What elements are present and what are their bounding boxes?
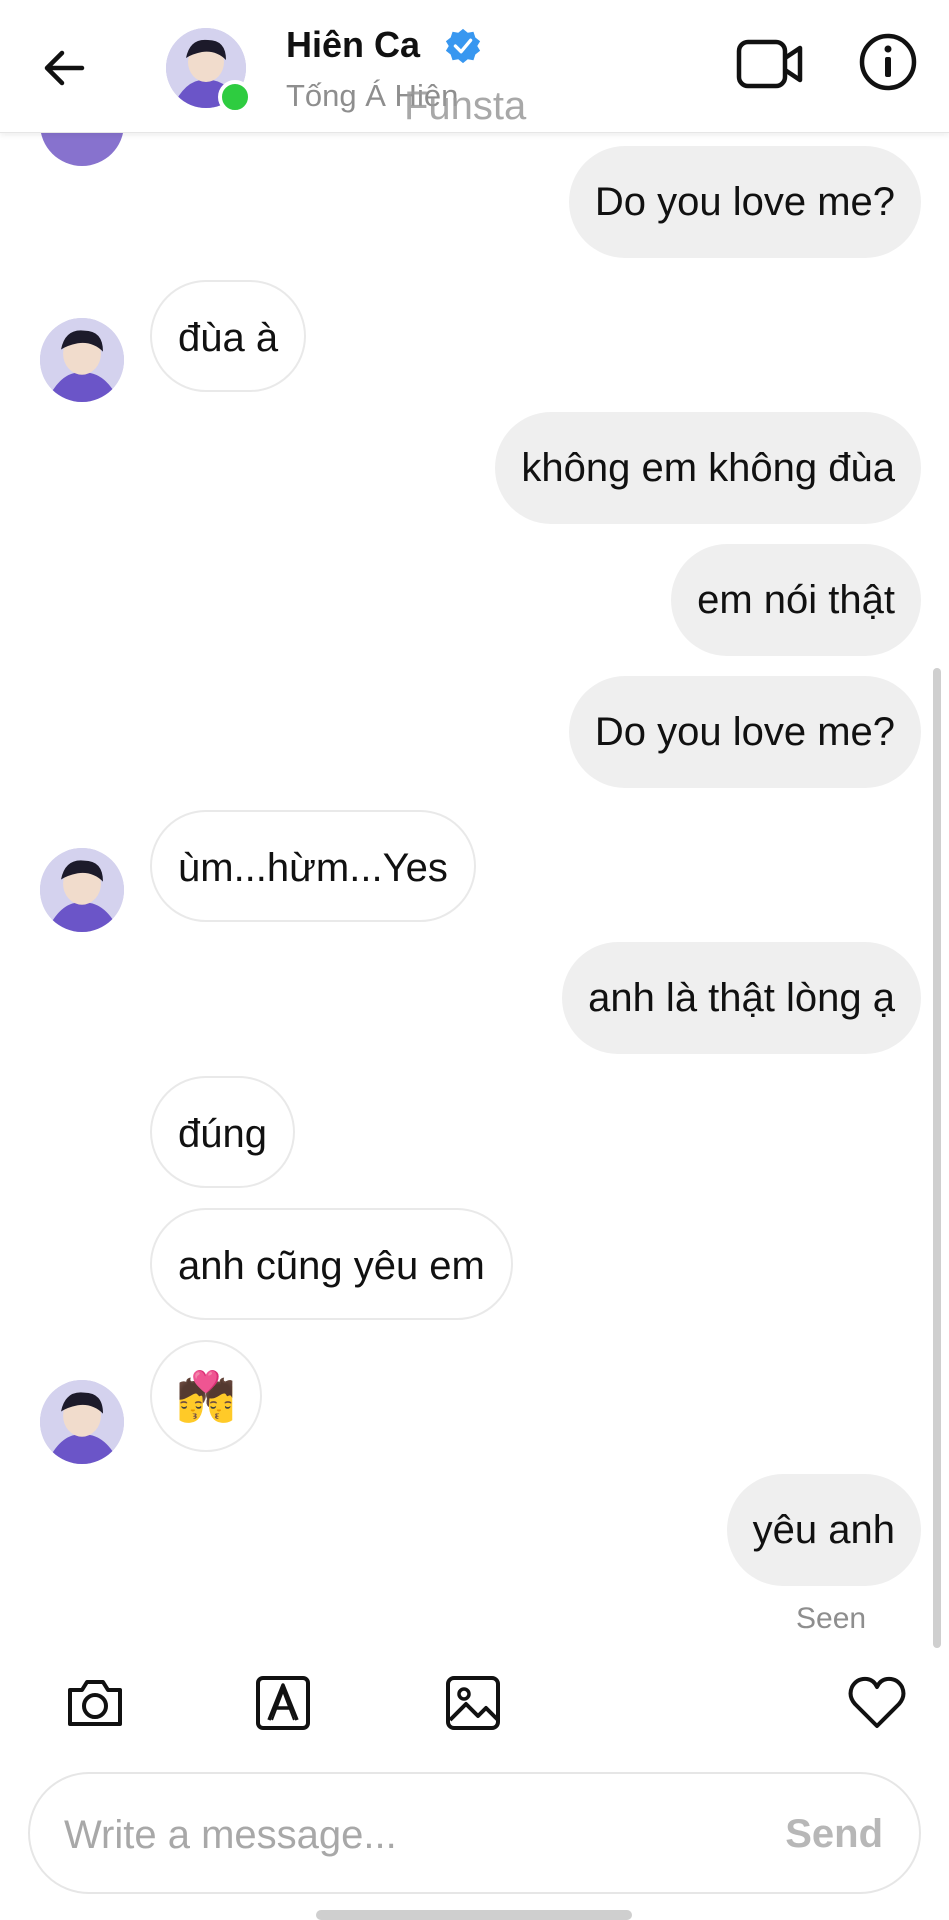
avatar-photo: [40, 1380, 124, 1464]
gallery-button[interactable]: [442, 1672, 504, 1734]
camera-icon: [68, 1680, 122, 1726]
info-icon: [859, 33, 917, 91]
message-bubble-sent[interactable]: em nói thật: [671, 544, 921, 656]
avatar-photo: [40, 318, 124, 402]
sticker-icon: [256, 1676, 310, 1730]
send-button[interactable]: Send: [785, 1804, 883, 1864]
message-bubble-emoji[interactable]: 💏: [150, 1340, 262, 1452]
message-bubble-received[interactable]: anh cũng yêu em: [150, 1208, 513, 1320]
back-arrow-icon: [44, 50, 85, 86]
back-button[interactable]: [38, 40, 94, 96]
message-composer: Send: [28, 1772, 921, 1894]
message-bubble-sent[interactable]: yêu anh: [726, 1474, 921, 1586]
avatar[interactable]: [40, 318, 124, 402]
like-button[interactable]: [846, 1672, 908, 1734]
avatar[interactable]: [40, 1380, 124, 1464]
message-bubble-sent[interactable]: Do you love me?: [568, 676, 921, 788]
avatar-photo: [40, 848, 124, 932]
verified-badge-icon: [445, 28, 481, 64]
avatar[interactable]: [40, 848, 124, 932]
composer-toolbar: [0, 1672, 949, 1746]
message-thread[interactable]: Do you love me? đùa à không em không đùa…: [0, 82, 949, 1635]
message-bubble-sent[interactable]: không em không đùa: [495, 412, 921, 524]
seen-indicator: Seen: [796, 1602, 867, 1635]
message-bubble-sent[interactable]: Do you love me?: [568, 146, 921, 258]
message-bubble-received[interactable]: ùm...hừm...Yes: [150, 810, 476, 922]
gallery-icon: [446, 1676, 500, 1730]
message-bubble-received[interactable]: đùa à: [150, 280, 307, 392]
watermark-text: Funsta: [404, 84, 527, 128]
info-button[interactable]: [858, 32, 918, 92]
video-call-button[interactable]: [736, 36, 804, 92]
heart-icon: [848, 1676, 906, 1728]
contact-avatar[interactable]: [166, 28, 252, 114]
camera-button[interactable]: [64, 1672, 126, 1734]
chat-header: Hiên Ca Tống Á Hiên Funsta: [0, 0, 949, 133]
video-call-icon: [736, 39, 803, 89]
online-status-dot: [218, 80, 252, 114]
message-bubble-sent[interactable]: anh là thật lòng ạ: [562, 942, 921, 1054]
home-indicator: [316, 1910, 632, 1920]
message-bubble-received[interactable]: đúng: [150, 1076, 295, 1188]
contact-name[interactable]: Hiên Ca: [286, 24, 420, 66]
scrollbar[interactable]: [933, 668, 941, 1648]
message-input[interactable]: [62, 1804, 726, 1866]
sticker-button[interactable]: [252, 1672, 314, 1734]
